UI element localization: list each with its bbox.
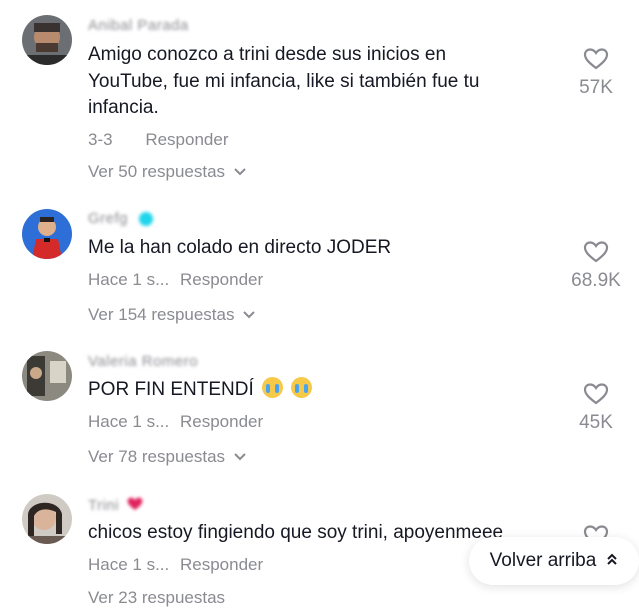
comment-meta: Hace 1 s... Responder <box>88 270 263 290</box>
like-count: 45K <box>579 412 613 433</box>
heart-emoji-icon <box>126 496 144 516</box>
view-replies-label: Ver 78 respuestas <box>88 447 226 466</box>
comment-meta: Hace 1 s... Responder <box>88 555 263 575</box>
avatar[interactable] <box>22 351 72 401</box>
comment-text: Me la han colado en directo JODER <box>88 237 392 258</box>
heart-outline-icon <box>583 48 609 70</box>
crying-face-emoji-icon <box>262 377 284 398</box>
avatar[interactable] <box>22 209 72 259</box>
back-to-top-label: Volver arriba <box>489 550 597 571</box>
view-replies-button[interactable]: Ver 23 respuestas <box>88 588 225 608</box>
username-text: Trini <box>88 496 120 514</box>
view-replies-label: Ver 23 respuestas <box>88 588 226 607</box>
heart-outline-icon <box>583 383 609 405</box>
comment-username[interactable]: Trini <box>88 496 144 516</box>
reply-button[interactable]: Responder <box>180 412 263 431</box>
like-count: 68.9K <box>571 270 621 291</box>
reply-button[interactable]: Responder <box>180 270 263 289</box>
view-replies-label: Ver 154 respuestas <box>88 305 235 324</box>
comment-text: Amigo conozco a trini desde sus inicios … <box>88 44 480 118</box>
view-replies-button[interactable]: Ver 154 respuestas <box>88 305 256 325</box>
heart-outline-icon <box>583 241 609 263</box>
comment-date: Hace 1 s... <box>88 555 170 574</box>
comment-date: Hace 1 s... <box>88 412 170 431</box>
chevron-down-icon <box>233 162 247 182</box>
comment-meta: Hace 1 s... Responder <box>88 412 263 432</box>
comment-date: Hace 1 s... <box>88 270 170 289</box>
comment-username[interactable]: Valeria Romero <box>88 353 198 370</box>
view-replies-button[interactable]: Ver 78 respuestas <box>88 447 247 467</box>
view-replies-label: Ver 50 respuestas <box>88 162 226 181</box>
view-replies-button[interactable]: Ver 50 respuestas <box>88 162 247 182</box>
comment-text-content: POR FIN ENTENDÍ <box>88 379 254 400</box>
back-to-top-button[interactable]: Volver arriba <box>469 537 639 585</box>
username-text: Grefg <box>88 210 129 227</box>
chevron-down-icon <box>242 305 256 325</box>
double-chevron-up-icon <box>606 550 618 572</box>
like-count: 57K <box>579 77 613 98</box>
comment-meta: 3-3 Responder <box>88 130 228 150</box>
like-button[interactable]: 57K <box>556 47 636 99</box>
like-button[interactable]: 68.9K <box>556 240 636 292</box>
chevron-down-icon <box>233 447 247 467</box>
verified-badge-icon <box>138 212 153 227</box>
avatar[interactable] <box>22 494 72 544</box>
comment-text: POR FIN ENTENDÍ <box>88 377 528 404</box>
like-button[interactable]: 45K <box>556 382 636 434</box>
crying-face-emoji-icon <box>291 377 313 398</box>
reply-button[interactable]: Responder <box>145 130 228 149</box>
comment-username[interactable]: Anibal Parada <box>88 17 189 34</box>
avatar[interactable] <box>22 15 72 65</box>
comment-username[interactable]: Grefg <box>88 210 153 227</box>
comment-date: 3-3 <box>88 130 113 149</box>
reply-button[interactable]: Responder <box>180 555 263 574</box>
